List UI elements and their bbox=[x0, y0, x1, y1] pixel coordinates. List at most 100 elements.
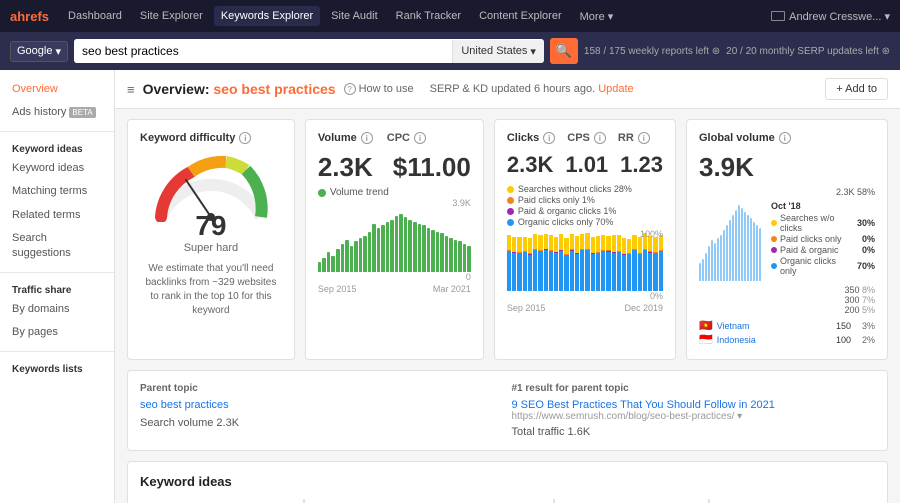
clicks-bar-segment bbox=[653, 237, 657, 252]
nav-site-audit[interactable]: Site Audit bbox=[324, 6, 384, 26]
clicks-bar bbox=[570, 234, 574, 291]
clicks-bar bbox=[627, 239, 631, 291]
parent-topic-label: Parent topic bbox=[140, 383, 504, 394]
clicks-card-title: Clicks i CPS i RR i bbox=[507, 132, 663, 144]
green-dot bbox=[318, 189, 326, 197]
result-url: https://www.semrush.com/blog/seo-best-pr… bbox=[512, 411, 876, 422]
nav-keywords-explorer[interactable]: Keywords Explorer bbox=[214, 6, 320, 26]
clicks-bar-segment bbox=[585, 250, 589, 291]
vietnam-link[interactable]: Vietnam bbox=[717, 321, 832, 331]
update-link[interactable]: Update bbox=[598, 83, 633, 95]
hamburger-icon[interactable]: ≡ bbox=[127, 82, 135, 97]
global-volume-info-icon[interactable]: i bbox=[779, 132, 791, 144]
volume-info-icon[interactable]: i bbox=[361, 132, 373, 144]
sidebar-item-keyword-ideas[interactable]: Keyword ideas bbox=[0, 157, 114, 180]
volume-bar bbox=[431, 230, 435, 272]
engine-select[interactable]: Google ▾ bbox=[10, 41, 68, 62]
indonesia-link[interactable]: Indonesia bbox=[717, 335, 832, 345]
nav-rank-tracker[interactable]: Rank Tracker bbox=[389, 6, 468, 26]
add-to-button[interactable]: + Add to bbox=[825, 78, 888, 100]
clicks-bar-segment bbox=[533, 250, 537, 291]
sidebar-keywords-lists-title: Keywords lists bbox=[0, 358, 114, 377]
clicks-bar-segment bbox=[523, 252, 527, 291]
global-bar bbox=[711, 240, 713, 281]
clicks-bar-segment bbox=[612, 253, 616, 291]
col-also-talk-vol bbox=[825, 499, 875, 503]
volume-bar bbox=[341, 244, 345, 272]
volume-card-title: Volume i CPC i bbox=[318, 132, 471, 144]
clicks-bar bbox=[512, 237, 516, 291]
clicks-bar-segment bbox=[606, 252, 610, 292]
sidebar-keyword-ideas-title: Keyword ideas bbox=[0, 138, 114, 157]
sidebar-item-overview[interactable]: Overview bbox=[0, 78, 114, 101]
nav-content-explorer[interactable]: Content Explorer bbox=[472, 6, 569, 26]
vietnam-flag: 🇻🇳 bbox=[699, 319, 713, 332]
search-button[interactable]: 🔍 bbox=[550, 38, 578, 64]
clicks-bar bbox=[659, 235, 663, 291]
clicks-value-group: 2.3K bbox=[507, 152, 553, 178]
cpc-value: $11.00 bbox=[393, 152, 471, 183]
global-bar bbox=[750, 218, 752, 281]
global-bar bbox=[759, 228, 761, 281]
global-legend-paid-organic: Paid & organic 0% bbox=[771, 245, 875, 255]
how-to-use[interactable]: ? How to use bbox=[344, 83, 414, 95]
global-paid-organic-pct: 0% bbox=[862, 245, 875, 255]
sidebar-item-search-suggestions[interactable]: Search suggestions bbox=[0, 227, 114, 266]
clicks-bar bbox=[528, 238, 532, 291]
search-input-wrap: United States ▾ bbox=[74, 39, 544, 63]
search-input[interactable] bbox=[74, 39, 452, 63]
global-bar bbox=[729, 220, 731, 281]
sidebar-item-by-pages[interactable]: By pages bbox=[0, 321, 114, 344]
cps-info-icon[interactable]: i bbox=[594, 132, 606, 144]
clicks-bar-segment bbox=[570, 251, 574, 291]
kd-info-icon[interactable]: i bbox=[239, 132, 251, 144]
rr-value: 1.23 bbox=[620, 152, 663, 178]
sidebar-divider-1 bbox=[0, 131, 114, 132]
nav-site-explorer[interactable]: Site Explorer bbox=[133, 6, 210, 26]
oct-label: Oct '18 bbox=[771, 201, 875, 211]
clicks-bar-segment bbox=[554, 237, 558, 252]
clicks-info-icon[interactable]: i bbox=[543, 132, 555, 144]
country-select[interactable]: United States ▾ bbox=[452, 40, 544, 63]
global-bar bbox=[747, 215, 749, 281]
sidebar-item-ads-history[interactable]: Ads historyBETA bbox=[0, 101, 114, 124]
cards-row: Keyword difficulty i bbox=[115, 109, 900, 370]
volume-bar bbox=[350, 246, 354, 272]
legend-paid-organic: Paid & organic clicks 1% bbox=[507, 206, 663, 216]
country-rows: 🇻🇳 Vietnam 150 3% 🇮🇩 Indonesia 100 2% bbox=[699, 319, 875, 346]
clicks-bar-segment bbox=[659, 251, 663, 291]
clicks-bar-segment bbox=[528, 238, 532, 254]
global-volume-card: Global volume i 3.9K 2.3K 58% Oct '18 Se… bbox=[686, 119, 888, 360]
clicks-bar bbox=[517, 237, 521, 291]
clicks-bar-segment bbox=[564, 255, 568, 291]
clicks-bar-segment bbox=[591, 237, 595, 253]
clicks-bar-segment bbox=[544, 234, 548, 249]
rr-info-icon[interactable]: i bbox=[638, 132, 650, 144]
volume-bar bbox=[363, 236, 367, 272]
cpc-info-icon[interactable]: i bbox=[414, 132, 426, 144]
clicks-bar-segment bbox=[575, 236, 579, 253]
volume-bar bbox=[354, 241, 358, 272]
clicks-bar-segment bbox=[512, 253, 516, 291]
global-bar bbox=[720, 235, 722, 281]
clicks-bar bbox=[622, 238, 626, 291]
user-menu[interactable]: Andrew Cresswe... ▾ bbox=[771, 10, 890, 23]
legend-paid-clicks: Paid clicks only 1% bbox=[507, 195, 663, 205]
nav-more[interactable]: More ▾ bbox=[573, 6, 621, 27]
global-bar bbox=[744, 212, 746, 281]
result-link[interactable]: 9 SEO Best Practices That You Should Fol… bbox=[512, 399, 775, 411]
indonesia-pct: 2% bbox=[855, 335, 875, 345]
parent-topic-value-link[interactable]: seo best practices bbox=[140, 399, 229, 411]
keyword-ideas-table: Terms match i Questions i Also rank for … bbox=[140, 499, 875, 503]
volume-bar bbox=[454, 240, 458, 272]
sidebar-item-by-domains[interactable]: By domains bbox=[0, 298, 114, 321]
nav-dashboard[interactable]: Dashboard bbox=[61, 6, 129, 26]
volume-bar bbox=[463, 244, 467, 272]
sidebar-item-matching-terms[interactable]: Matching terms bbox=[0, 180, 114, 203]
clicks-bar-segment bbox=[596, 253, 600, 291]
clicks-bar-segment bbox=[570, 234, 574, 249]
clicks-bar-segment bbox=[627, 254, 631, 291]
clicks-bar-segment bbox=[585, 233, 589, 249]
sidebar-item-related-terms[interactable]: Related terms bbox=[0, 204, 114, 227]
volume-bar bbox=[331, 256, 335, 272]
